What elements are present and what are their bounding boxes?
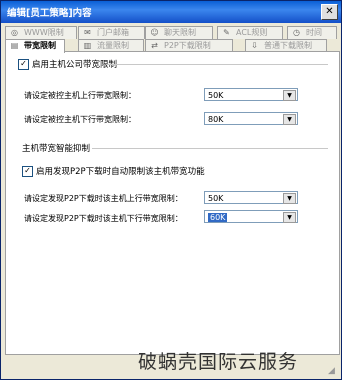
tab-time[interactable]: ◷ 时间 [287, 26, 337, 39]
enable-bandwidth-label: 启用主机公司带宽限制 [32, 60, 118, 70]
p2p-upload-limit-select[interactable]: 50K ▼ [204, 191, 298, 204]
upload-limit-label: 请设定被控主机上行带宽限制： [24, 91, 136, 100]
group-divider [92, 148, 328, 149]
enable-smart-label: 启用发现P2P下载时自动限制该主机带宽功能 [36, 167, 205, 177]
p2p-icon: ⇄ [151, 41, 158, 50]
p2p-download-limit-label: 请设定发现P2P下载时该主机下行带宽限制： [24, 214, 183, 223]
chat-icon: ☺ [150, 28, 159, 37]
tab-acl-rules[interactable]: ✎ ACL规则 [217, 26, 283, 39]
title-bar[interactable]: 编辑[员工策略]内容 ✕ [1, 1, 341, 23]
download-limit-select[interactable]: 80K ▼ [204, 112, 298, 125]
traffic-icon: ▥ [83, 41, 92, 50]
download-icon: ⇩ [251, 41, 258, 50]
globe-icon: ◎ [11, 28, 18, 37]
mail-icon: ✉ [84, 28, 91, 37]
tab-www-limit[interactable]: ◎ WWW限制 [5, 26, 77, 39]
clock-icon: ◷ [293, 28, 300, 37]
acl-icon: ✎ [223, 28, 230, 37]
close-button[interactable]: ✕ [321, 4, 338, 20]
bandwidth-icon: ▤ [10, 41, 19, 50]
tab-chat-limit[interactable]: ☺ 聊天限制 [145, 26, 213, 39]
p2p-download-limit-select[interactable]: 60K ▼ [204, 210, 298, 223]
resize-grip[interactable]: ◢ [328, 366, 338, 376]
chevron-down-icon[interactable]: ▼ [283, 193, 296, 204]
p2p-upload-limit-label: 请设定发现P2P下载时该主机上行带宽限制： [24, 194, 183, 203]
chevron-down-icon[interactable]: ▼ [283, 90, 296, 101]
group-divider [106, 64, 328, 65]
edit-policy-window: 编辑[员工策略]内容 ✕ ◎ WWW限制 ✉ 门户邮箱 ☺ 聊天限制 ✎ ACL规则 ◷… [0, 0, 342, 380]
bandwidth-panel: ✓ 启用主机公司带宽限制 请设定被控主机上行带宽限制： 50K ▼ 请设定被控主… [5, 51, 340, 355]
watermark: 破蜗壳国际云服务 [138, 351, 299, 373]
smart-section-title: 主机带宽智能抑制 [22, 144, 91, 154]
enable-smart-checkbox[interactable]: ✓ [22, 166, 33, 177]
chevron-down-icon[interactable]: ▼ [283, 114, 296, 125]
upload-limit-select[interactable]: 50K ▼ [204, 88, 298, 101]
enable-bandwidth-checkbox[interactable]: ✓ [18, 59, 29, 70]
tab-portal-mail[interactable]: ✉ 门户邮箱 [78, 26, 145, 39]
download-limit-label: 请设定被控主机下行带宽限制： [24, 115, 136, 124]
chevron-down-icon[interactable]: ▼ [283, 212, 296, 223]
tab-bandwidth-limit[interactable]: ▤ 带宽限制 [5, 39, 65, 53]
window-title: 编辑[员工策略]内容 [7, 8, 92, 19]
